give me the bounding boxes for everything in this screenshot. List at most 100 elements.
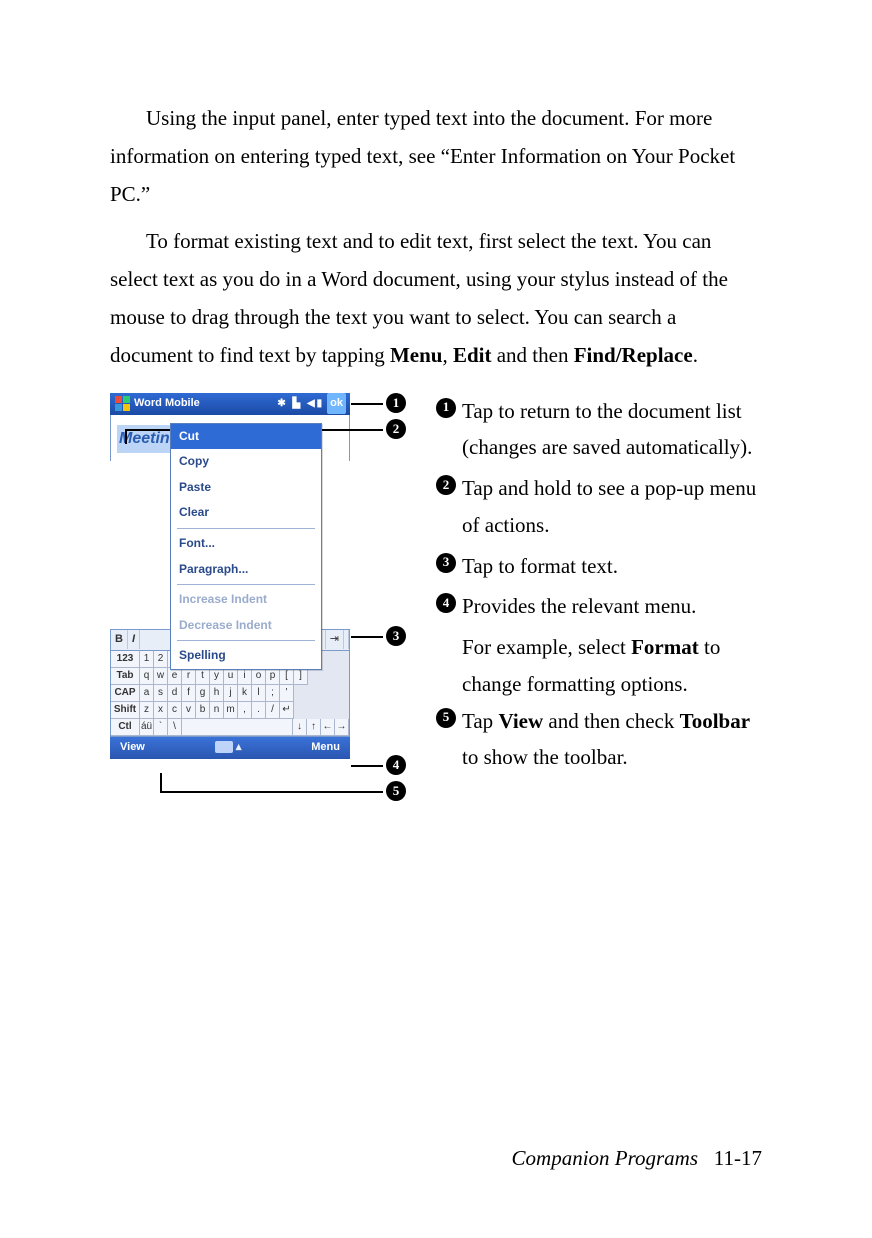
legend-num-3: 3 [436, 553, 456, 573]
key-left[interactable]: ← [321, 719, 335, 736]
lead-4 [351, 765, 383, 767]
key[interactable]: j [224, 685, 238, 702]
key[interactable]: g [196, 685, 210, 702]
key-123[interactable]: 123 [111, 651, 140, 668]
menu-item-paste[interactable]: Paste [171, 475, 321, 501]
key[interactable]: n [210, 702, 224, 719]
indent-right-icon[interactable]: ⇥ [326, 630, 344, 650]
key[interactable]: b [196, 702, 210, 719]
key[interactable]: 2 [154, 651, 168, 668]
legend-text-2: Tap and hold to see a pop-up menu of act… [462, 470, 762, 544]
lead-1 [351, 403, 383, 405]
key[interactable]: u [224, 668, 238, 685]
edit-word: Edit [453, 343, 492, 367]
key-space[interactable] [182, 719, 293, 736]
legend-num-5: 5 [436, 708, 456, 728]
bottom-bar: View ▴ Menu [110, 737, 350, 759]
menu-divider-3 [177, 640, 315, 641]
key-right[interactable]: → [335, 719, 349, 736]
menu-item-spelling[interactable]: Spelling [171, 643, 321, 669]
key-ctl[interactable]: Ctl [111, 719, 140, 736]
key-shift[interactable]: Shift [111, 702, 140, 719]
key[interactable]: c [168, 702, 182, 719]
menu-item-paragraph[interactable]: Paragraph... [171, 557, 321, 583]
legend-text-4a: Provides the relevant menu. [462, 588, 762, 625]
legend-num-4: 4 [436, 593, 456, 613]
key[interactable]: [ [280, 668, 294, 685]
legend-5-view: View [498, 709, 543, 733]
key[interactable]: d [168, 685, 182, 702]
paragraph-2-text-c: and then [491, 343, 573, 367]
key[interactable]: 1 [140, 651, 154, 668]
key[interactable]: k [238, 685, 252, 702]
key[interactable]: z [140, 702, 154, 719]
key[interactable]: ' [280, 685, 294, 702]
key[interactable]: m [224, 702, 238, 719]
sip-icon[interactable]: ▴ [145, 738, 311, 758]
key[interactable]: . [252, 702, 266, 719]
kbd-row-3: CAP a s d f g h j k l ; ' [111, 685, 349, 702]
key[interactable]: a [140, 685, 154, 702]
windows-flag-icon [114, 396, 130, 412]
view-button[interactable]: View [120, 738, 145, 758]
menu-item-clear[interactable]: Clear [171, 500, 321, 526]
menu-item-cut[interactable]: Cut [171, 424, 321, 450]
key[interactable]: , [238, 702, 252, 719]
key-down[interactable]: ↓ [293, 719, 307, 736]
kbd-row-4: Shift z x c v b n m , . / ↵ [111, 702, 349, 719]
callout-3: 3 [386, 626, 406, 646]
key[interactable]: y [210, 668, 224, 685]
legend-column: 1 Tap to return to the document list (ch… [430, 393, 762, 781]
key[interactable]: ` [154, 719, 168, 736]
menu-item-font[interactable]: Font... [171, 531, 321, 557]
key[interactable]: h [210, 685, 224, 702]
key[interactable]: i [238, 668, 252, 685]
lead-3 [351, 636, 383, 638]
figure-row: Word Mobile ✱ ▙ ◀▮ ok Meetin Cut Copy Pa… [110, 393, 762, 781]
menu-item-copy[interactable]: Copy [171, 449, 321, 475]
titlebar[interactable]: Word Mobile ✱ ▙ ◀▮ ok [110, 393, 350, 415]
kbd-row-2: Tab q w e r t y u i o p [ ] [111, 668, 349, 685]
paragraph-1: Using the input panel, enter typed text … [110, 100, 762, 213]
legend-num-1: 1 [436, 398, 456, 418]
paragraph-2-text-d: . [693, 343, 698, 367]
menu-divider-2 [177, 584, 315, 585]
menu-item-decrease-indent[interactable]: Decrease Indent [171, 613, 321, 639]
key[interactable]: e [168, 668, 182, 685]
screenshot-column: Word Mobile ✱ ▙ ◀▮ ok Meetin Cut Copy Pa… [110, 393, 430, 759]
legend-5: 5 Tap View and then check Toolbar to sho… [436, 703, 762, 777]
menu-item-increase-indent[interactable]: Increase Indent [171, 587, 321, 613]
key[interactable]: t [196, 668, 210, 685]
key[interactable]: \ [168, 719, 182, 736]
kbd-row-5: Ctl áü ` \ ↓ ↑ ← → [111, 719, 349, 736]
key[interactable]: ; [266, 685, 280, 702]
key[interactable]: ] [294, 668, 308, 685]
key[interactable]: l [252, 685, 266, 702]
key[interactable]: / [266, 702, 280, 719]
legend-4-sub: For example, select Format to change for… [436, 629, 762, 703]
key-intl[interactable]: áü [140, 719, 154, 736]
legend-text-5: Tap View and then check Toolbar to show … [462, 703, 762, 777]
key[interactable]: q [140, 668, 154, 685]
key-enter[interactable]: ↵ [280, 702, 294, 719]
legend-1: 1 Tap to return to the document list (ch… [436, 393, 762, 467]
italic-button[interactable]: I [128, 630, 140, 650]
key[interactable]: x [154, 702, 168, 719]
legend-num-2: 2 [436, 475, 456, 495]
key[interactable]: f [182, 685, 196, 702]
key[interactable]: s [154, 685, 168, 702]
callout-4: 4 [386, 755, 406, 775]
key-tab[interactable]: Tab [111, 668, 140, 685]
key-up[interactable]: ↑ [307, 719, 321, 736]
ok-button[interactable]: ok [327, 393, 346, 415]
callout-5: 5 [386, 781, 406, 801]
key[interactable]: w [154, 668, 168, 685]
footer-section: Companion Programs [512, 1146, 699, 1170]
key[interactable]: p [266, 668, 280, 685]
key[interactable]: v [182, 702, 196, 719]
menu-button[interactable]: Menu [311, 738, 340, 758]
key[interactable]: r [182, 668, 196, 685]
key-cap[interactable]: CAP [111, 685, 140, 702]
key[interactable]: o [252, 668, 266, 685]
bold-button[interactable]: B [111, 630, 128, 650]
